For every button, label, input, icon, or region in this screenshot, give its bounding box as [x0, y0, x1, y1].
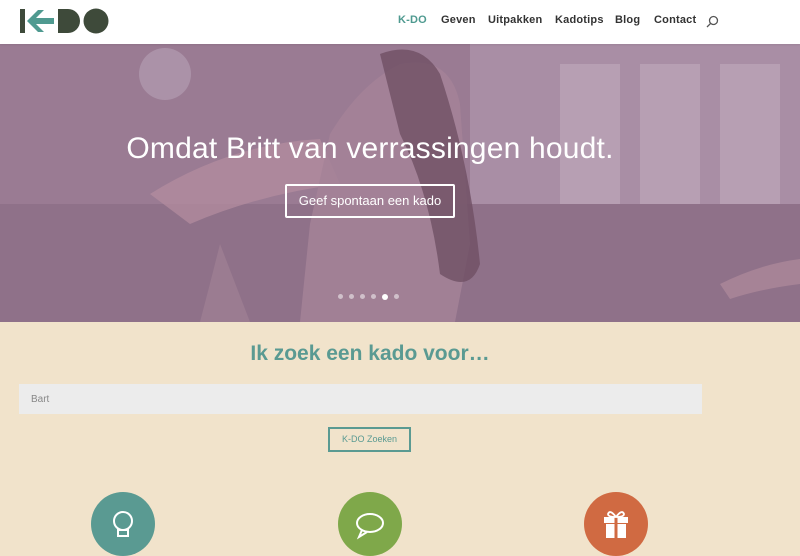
slider-dot-5[interactable]	[382, 293, 388, 300]
slider-dot-1[interactable]	[338, 294, 343, 299]
gift-icon	[604, 511, 628, 538]
nav-item-contact[interactable]: Contact	[654, 14, 696, 26]
slider-dot-4[interactable]	[371, 294, 376, 299]
feature-speech	[338, 492, 402, 556]
gift-search-section: Ik zoek een kado voor… K-DO Zoeken	[0, 322, 800, 556]
nav-item-kdo[interactable]: K-DO	[398, 14, 427, 26]
slider-dot-3[interactable]	[360, 294, 365, 299]
section-title: Ik zoek een kado voor…	[250, 342, 490, 365]
nav-item-uitpakken[interactable]: Uitpakken	[488, 14, 542, 26]
slider-dot-6[interactable]	[394, 294, 399, 299]
feature-gift	[584, 492, 648, 556]
slider-dot-2[interactable]	[349, 294, 354, 299]
search-icon[interactable]	[706, 15, 719, 28]
hero-cta-button[interactable]: Geef spontaan een kado	[285, 184, 455, 218]
hero-title: Omdat Britt van verrassingen houdt.	[126, 132, 614, 165]
kdo-search-button[interactable]: K-DO Zoeken	[328, 427, 411, 452]
speech-bubble-icon	[356, 513, 384, 540]
hero-background-image	[0, 44, 800, 322]
recipient-search-input[interactable]	[19, 384, 702, 414]
hero-slider: Omdat Britt van verrassingen houdt. Geef…	[0, 44, 800, 322]
site-header: K-DO Geven Uitpakken Kadotips Blog Conta…	[0, 0, 800, 44]
kdo-logo[interactable]	[20, 7, 112, 35]
lightbulb-icon	[113, 511, 133, 537]
nav-item-geven[interactable]: Geven	[441, 14, 476, 26]
feature-lightbulb	[91, 492, 155, 556]
nav-item-blog[interactable]: Blog	[615, 14, 640, 26]
nav-item-kadotips[interactable]: Kadotips	[555, 14, 604, 26]
